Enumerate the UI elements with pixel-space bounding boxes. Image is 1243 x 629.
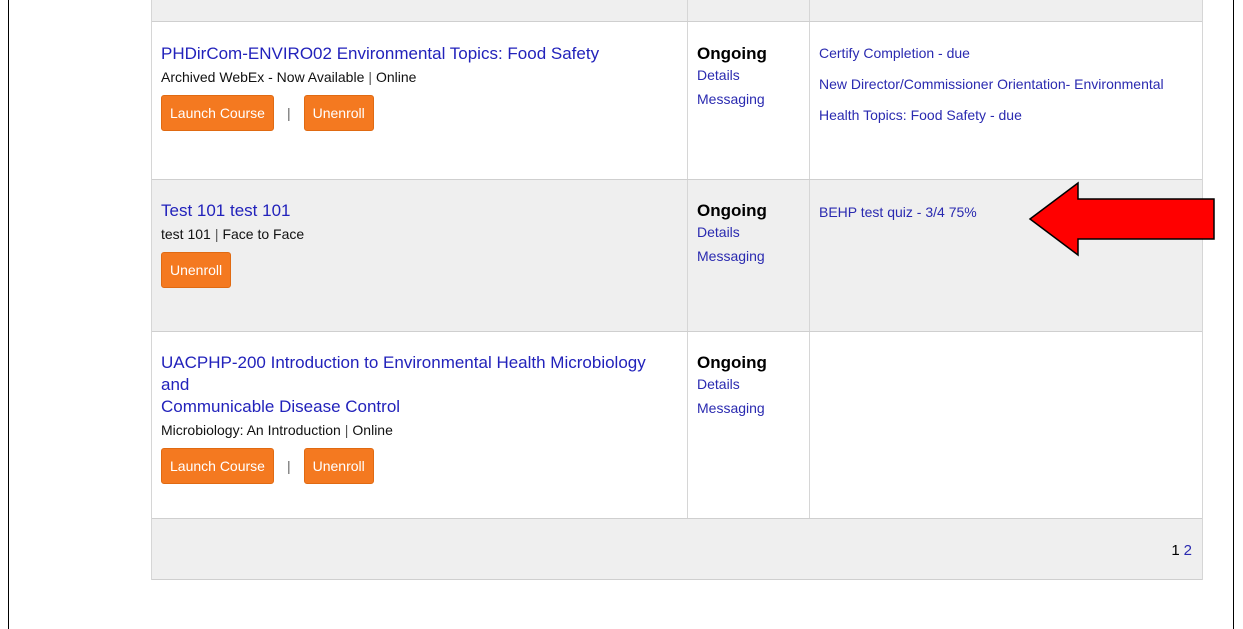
page-link-2[interactable]: 2 [1184,542,1192,559]
details-link[interactable]: Details [697,222,800,242]
course-meta: test 101 | Face to Face [161,224,678,244]
previous-row-sliver [152,0,1202,22]
messaging-link[interactable]: Messaging [697,246,800,266]
arrow-shape [1028,181,1215,257]
requirement-link[interactable]: New Director/Commissioner Orientation- E… [819,74,1193,95]
course-info-cell: PHDirCom-ENVIRO02 Environmental Topics: … [152,22,688,179]
status-cell: Ongoing Details Messaging [688,22,810,179]
course-meta-name: test 101 [161,226,211,242]
status-label: Ongoing [697,44,767,63]
course-title-line: UACPHP-200 Introduction to Environmental… [161,353,646,394]
unenroll-button[interactable]: Unenroll [303,95,374,131]
action-separator: | [286,105,291,121]
meta-separator: | [344,422,349,438]
courses-table: PHDirCom-ENVIRO02 Environmental Topics: … [151,0,1203,580]
course-actions: Launch Course | Unenroll [161,448,678,484]
course-info-cell: Test 101 test 101 test 101 | Face to Face … [152,180,688,331]
course-meta-type: Online [376,69,417,85]
requirement-link[interactable]: Certify Completion - due [819,43,1193,64]
course-meta-type: Face to Face [222,226,305,242]
course-meta-name: Archived WebEx - Now Available [161,69,365,85]
course-meta-type: Online [352,422,393,438]
details-link[interactable]: Details [697,65,800,85]
status-label: Ongoing [697,353,767,372]
course-title-link[interactable]: PHDirCom-ENVIRO02 Environmental Topics: … [161,43,678,65]
course-row: UACPHP-200 Introduction to Environmental… [152,332,1202,519]
meta-separator: | [368,69,372,85]
course-title-line: Communicable Disease Control [161,397,401,416]
status-label: Ongoing [697,201,767,220]
page-current: 1 [1171,542,1180,559]
course-meta-name: Microbiology: An Introduction [161,422,341,438]
course-title-link[interactable]: UACPHP-200 Introduction to Environmental… [161,352,678,418]
course-row: PHDirCom-ENVIRO02 Environmental Topics: … [152,22,1202,180]
launch-course-button[interactable]: Launch Course [161,95,274,131]
course-info-cell: UACPHP-200 Introduction to Environmental… [152,332,688,518]
launch-course-button[interactable]: Launch Course [161,448,274,484]
status-cell: Ongoing Details Messaging [688,332,810,518]
pagination: 12 [1171,542,1192,559]
requirements-cell: Certify Completion - due New Director/Co… [810,22,1202,179]
course-title-link[interactable]: Test 101 test 101 [161,200,678,222]
unenroll-button[interactable]: Unenroll [303,448,374,484]
requirement-link[interactable]: Health Topics: Food Safety - due [819,105,1193,126]
messaging-link[interactable]: Messaging [697,89,800,109]
requirements-cell [810,332,1202,518]
pagination-bar: 12 [152,519,1202,580]
red-arrow-annotation [1028,181,1215,257]
action-separator: | [286,458,291,474]
unenroll-button[interactable]: Unenroll [161,252,232,288]
course-actions: Launch Course | Unenroll [161,95,678,131]
messaging-link[interactable]: Messaging [697,398,800,418]
details-link[interactable]: Details [697,374,800,394]
meta-separator: | [214,226,219,242]
course-meta: Archived WebEx - Now Available | Online [161,67,678,87]
course-actions: Unenroll [161,252,678,288]
course-meta: Microbiology: An Introduction | Online [161,420,678,440]
status-cell: Ongoing Details Messaging [688,180,810,331]
